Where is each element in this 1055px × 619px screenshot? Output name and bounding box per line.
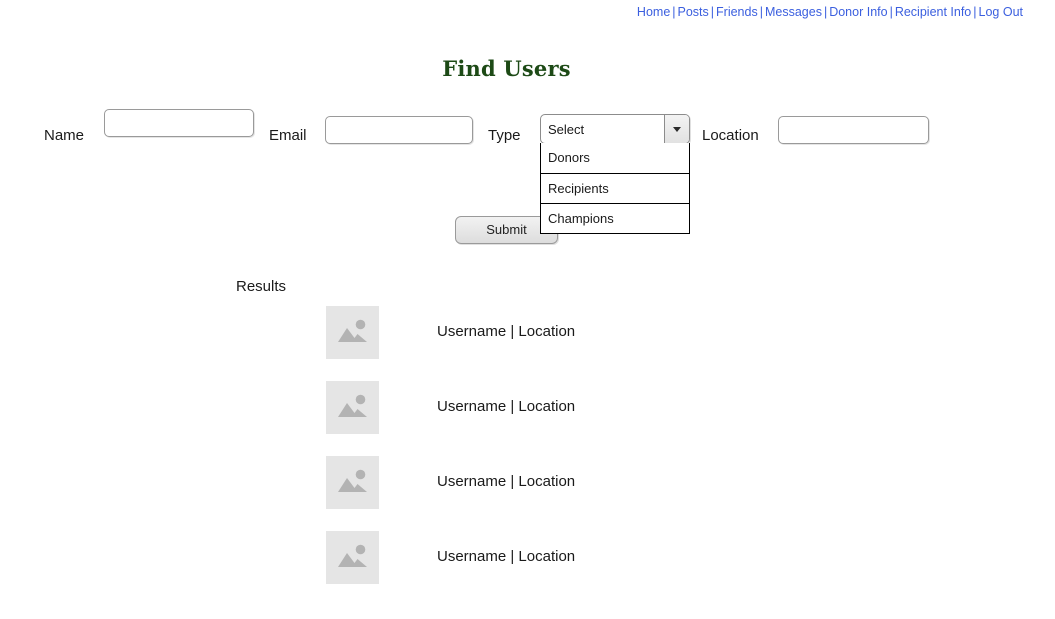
type-option-champions[interactable]: Champions	[541, 203, 689, 233]
type-select-toggle-button[interactable]	[664, 115, 689, 143]
type-select[interactable]: Select Donors Recipients Champions	[540, 114, 690, 234]
type-select-value: Select	[548, 121, 585, 137]
type-label: Type	[488, 127, 521, 144]
image-placeholder-icon	[326, 531, 379, 584]
nav-separator: |	[759, 5, 763, 19]
email-label: Email	[269, 127, 307, 144]
result-username-location: Username | Location	[437, 548, 576, 565]
list-item[interactable]: Username | Location	[0, 531, 1055, 606]
nav-link-donor-info[interactable]: Donor Info	[829, 5, 887, 19]
image-placeholder-icon	[326, 306, 379, 359]
nav-link-posts[interactable]: Posts	[678, 5, 709, 19]
chevron-down-icon	[673, 126, 681, 132]
result-username-location: Username | Location	[437, 323, 576, 340]
type-option-recipients[interactable]: Recipients	[541, 173, 689, 203]
page-title: Find Users	[442, 56, 571, 81]
results-list: Username | Location Username | Location …	[0, 306, 1055, 606]
image-placeholder-icon	[326, 381, 379, 434]
search-form: Name Email Type Location	[0, 109, 1055, 149]
type-select-control[interactable]: Select	[540, 114, 690, 144]
top-navigation: Home | Posts | Friends | Messages | Donor Info | R…	[637, 4, 1023, 20]
location-input[interactable]	[778, 116, 929, 144]
nav-separator: |	[672, 5, 676, 19]
nav-link-friends[interactable]: Friends	[716, 5, 758, 19]
nav-link-log-out[interactable]: Log Out	[979, 5, 1023, 19]
nav-link-recipient-info[interactable]: Recipient Info	[895, 5, 971, 19]
name-label: Name	[44, 127, 85, 144]
email-input[interactable]	[325, 116, 473, 144]
result-username-location: Username | Location	[437, 398, 576, 415]
list-item[interactable]: Username | Location	[0, 381, 1055, 456]
nav-link-messages[interactable]: Messages	[765, 5, 822, 19]
nav-separator: |	[889, 5, 893, 19]
nav-link-home[interactable]: Home	[637, 5, 670, 19]
type-select-menu: Donors Recipients Champions	[540, 143, 690, 234]
image-placeholder-icon	[326, 456, 379, 509]
results-label: Results	[236, 278, 287, 295]
nav-separator: |	[973, 5, 977, 19]
result-username-location: Username | Location	[437, 473, 576, 490]
list-item[interactable]: Username | Location	[0, 456, 1055, 531]
location-label: Location	[702, 127, 759, 144]
nav-separator: |	[710, 5, 715, 19]
list-item[interactable]: Username | Location	[0, 306, 1055, 381]
type-option-donors[interactable]: Donors	[541, 143, 689, 173]
name-input[interactable]	[104, 109, 254, 137]
